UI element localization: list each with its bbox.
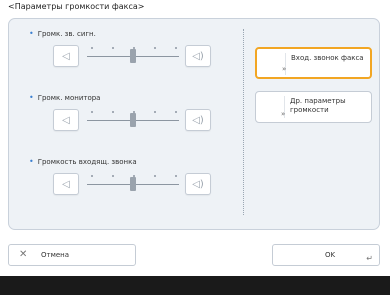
volume-track[interactable] [83, 109, 183, 131]
volume-down-button[interactable]: ◁ [53, 45, 79, 67]
volume-up-icon: ◁) [192, 50, 204, 62]
panel-divider [243, 29, 245, 215]
incoming-fax-ring-button[interactable]: » Вход. звонок факса [255, 47, 372, 79]
ring-volume-label: • Громкость входящ. звонка [29, 157, 137, 166]
slider-tick [91, 47, 93, 49]
ok-label: OK [325, 251, 336, 259]
page-title: <Параметры громкости факса> [8, 2, 145, 11]
beep-volume-slider[interactable]: ◁ ◁) [53, 45, 213, 69]
volume-settings-panel: • Громк. зв. сигн. ◁ ◁) • Громк. монитора … [8, 18, 380, 230]
monitor-volume-slider[interactable]: ◁ ◁) [53, 109, 213, 133]
ring-volume-slider[interactable]: ◁ ◁) [53, 173, 213, 197]
close-icon: ✕ [19, 249, 28, 260]
ring-volume-section: • Громкость входящ. звонка ◁ ◁) [9, 157, 241, 217]
monitor-volume-label: • Громк. монитора [29, 93, 101, 102]
volume-down-button[interactable]: ◁ [53, 173, 79, 195]
volume-down-button[interactable]: ◁ [53, 109, 79, 131]
bullet-icon: • [29, 29, 34, 38]
volume-up-icon: ◁) [192, 114, 204, 126]
slider-thumb[interactable] [130, 177, 136, 191]
volume-down-icon: ◁ [62, 50, 70, 62]
slider-thumb[interactable] [130, 113, 136, 127]
volume-track[interactable] [83, 45, 183, 67]
footer-bar [0, 276, 390, 295]
other-volume-settings-button[interactable]: » Др. параметры громкости [255, 91, 372, 123]
slider-tick [154, 47, 156, 49]
volume-up-icon: ◁) [192, 178, 204, 190]
slider-tick [175, 47, 177, 49]
volume-track[interactable] [83, 173, 183, 195]
volume-up-button[interactable]: ◁) [185, 173, 211, 195]
cancel-label: Отмена [41, 251, 70, 259]
slider-tick [154, 175, 156, 177]
monitor-volume-section: • Громк. монитора ◁ ◁) [9, 93, 241, 153]
slider-thumb[interactable] [130, 49, 136, 63]
slider-tick [112, 111, 114, 113]
volume-up-button[interactable]: ◁) [185, 45, 211, 67]
slider-tick [175, 175, 177, 177]
submenu-arrow-icon: » [281, 110, 286, 118]
beep-volume-section: • Громк. зв. сигн. ◁ ◁) [9, 29, 241, 89]
enter-icon: ↵ [366, 254, 373, 263]
slider-tick [112, 175, 114, 177]
incoming-fax-ring-label: Вход. звонок факса [291, 54, 364, 62]
ok-button[interactable]: OK ↵ [272, 244, 380, 266]
slider-tick [91, 111, 93, 113]
volume-down-icon: ◁ [62, 178, 70, 190]
volume-up-button[interactable]: ◁) [185, 109, 211, 131]
volume-down-icon: ◁ [62, 114, 70, 126]
cancel-button[interactable]: ✕ Отмена [8, 244, 136, 266]
slider-tick [91, 175, 93, 177]
slider-tick [175, 111, 177, 113]
slider-tick [154, 111, 156, 113]
slider-tick [112, 47, 114, 49]
bullet-icon: • [29, 157, 34, 166]
other-volume-settings-label: Др. параметры громкости [290, 97, 346, 114]
bullet-icon: • [29, 93, 34, 102]
beep-volume-label: • Громк. зв. сигн. [29, 29, 96, 38]
submenu-arrow-icon: » [282, 65, 287, 73]
